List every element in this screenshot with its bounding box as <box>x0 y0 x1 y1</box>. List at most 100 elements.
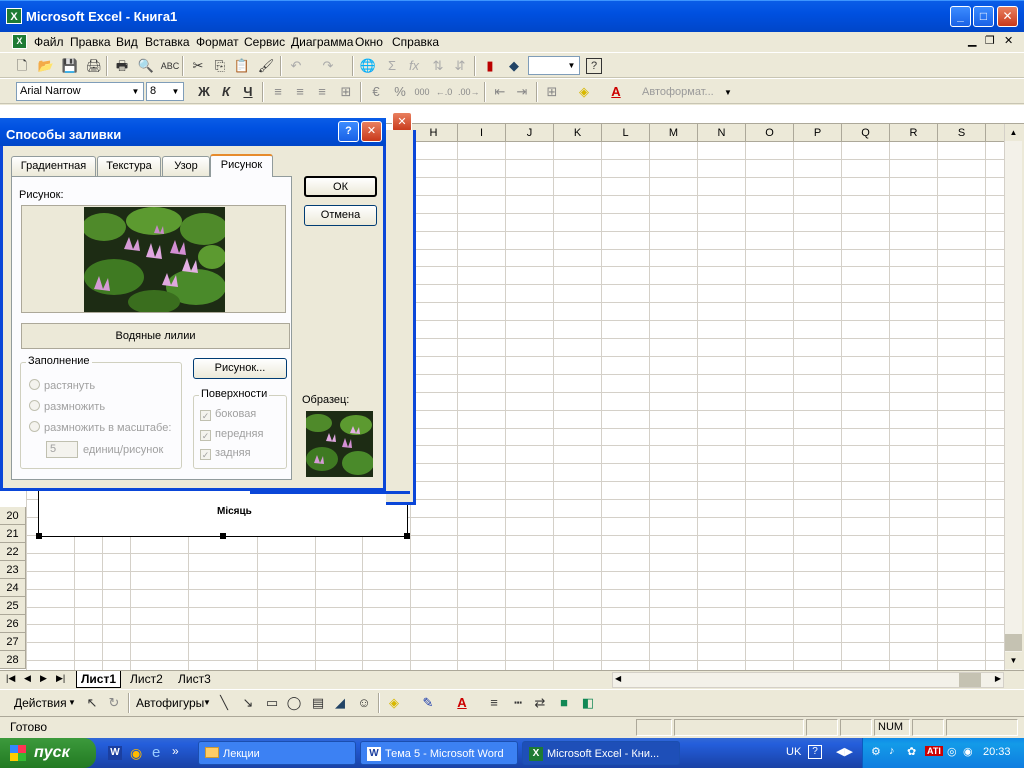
next-sheet-icon[interactable]: ▶ <box>40 673 47 684</box>
select-objects-icon[interactable]: ↖ <box>82 694 102 712</box>
column-header-p[interactable]: P <box>794 124 842 142</box>
column-header-r[interactable]: R <box>890 124 938 142</box>
row-header-21[interactable]: 21 <box>0 525 26 543</box>
row-header-24[interactable]: 24 <box>0 579 26 597</box>
print-preview-icon[interactable]: 🔍 <box>136 57 156 75</box>
align-right-icon[interactable]: ≡ <box>312 83 332 101</box>
menu-insert[interactable]: Вставка <box>145 35 190 49</box>
tab-texture[interactable]: Текстура <box>97 156 161 176</box>
actions-menu[interactable]: Действия <box>14 696 67 710</box>
column-header-n[interactable]: N <box>698 124 746 142</box>
align-left-icon[interactable]: ≡ <box>268 83 288 101</box>
scroll-down-button[interactable]: ▼ <box>1005 652 1022 669</box>
document-icon[interactable]: X <box>12 34 27 49</box>
3d-icon[interactable]: ◧ <box>578 694 598 712</box>
browser-quicklaunch-icon[interactable]: ◉ <box>130 745 142 762</box>
scroll-thumb[interactable] <box>1005 634 1022 651</box>
radio-stretch[interactable]: растянуть <box>29 379 95 392</box>
merge-center-icon[interactable]: ⊞ <box>336 83 356 101</box>
oval-icon[interactable]: ◯ <box>284 694 304 712</box>
background-dialog-close-button[interactable]: ✕ <box>392 112 412 132</box>
menu-view[interactable]: Вид <box>116 35 138 49</box>
menu-chart[interactable]: Диаграмма <box>291 35 353 49</box>
undo-icon[interactable]: ↶ <box>286 57 306 75</box>
sort-descending-icon[interactable]: ⇵ <box>450 57 470 75</box>
rotate-icon[interactable]: ↻ <box>104 694 124 712</box>
shadow-icon[interactable]: ■ <box>554 694 574 712</box>
horizontal-scrollbar[interactable]: ◀ ▶ <box>612 672 1004 688</box>
show-desktop-icon[interactable]: » <box>172 744 179 758</box>
copy-icon[interactable]: ⎘ <box>210 57 230 75</box>
column-header-i[interactable]: I <box>458 124 506 142</box>
font-size-combo[interactable]: 8 ▼ <box>146 82 184 101</box>
increase-decimal-icon[interactable]: ←.0 <box>434 83 454 101</box>
network-tray-icon[interactable]: ⚙ <box>871 745 881 758</box>
column-header-s[interactable]: S <box>938 124 986 142</box>
row-header-22[interactable]: 22 <box>0 543 26 561</box>
wordart-icon[interactable]: ◢ <box>330 694 350 712</box>
hyperlink-icon[interactable]: 🌐 <box>358 57 378 75</box>
menu-tools[interactable]: Сервис <box>244 35 285 49</box>
doc-close-icon[interactable]: ✕ <box>1004 34 1013 47</box>
new-icon[interactable]: 🗋 <box>12 57 32 75</box>
audio-tray-icon[interactable]: ♪ <box>889 745 895 757</box>
close-button[interactable]: ✕ <box>997 6 1018 27</box>
redo-icon[interactable]: ↷ <box>318 57 338 75</box>
checkbox-back[interactable]: ✓ задняя <box>200 447 251 460</box>
line-color-icon[interactable]: ✎ <box>418 694 438 712</box>
word-quicklaunch-icon[interactable]: W <box>108 746 122 760</box>
currency-icon[interactable]: € <box>366 83 386 101</box>
help-tray-icon[interactable]: ? <box>808 745 822 759</box>
column-header-o[interactable]: O <box>746 124 794 142</box>
row-header-28[interactable]: 28 <box>0 651 26 669</box>
print-icon[interactable]: 🖶 <box>112 57 132 75</box>
italic-button[interactable]: К <box>216 83 236 101</box>
taskbar-item-excel[interactable]: X Microsoft Excel - Кни... <box>522 741 680 765</box>
taskbar-item-word[interactable]: W Тема 5 - Microsoft Word <box>360 741 518 765</box>
save-icon[interactable]: 💾 <box>60 57 80 75</box>
row-header-20[interactable]: 20 <box>0 507 26 525</box>
textbox-icon[interactable]: ▤ <box>308 694 328 712</box>
align-center-icon[interactable]: ≡ <box>290 83 310 101</box>
column-header-q[interactable]: Q <box>842 124 890 142</box>
sheet-tab-3[interactable]: Лист3 <box>174 671 215 688</box>
column-header-j[interactable]: J <box>506 124 554 142</box>
start-button[interactable]: пуск <box>0 738 96 768</box>
open-icon[interactable]: 📂 <box>36 57 56 75</box>
clipart-icon[interactable]: ☺ <box>354 694 374 712</box>
radio-tile[interactable]: размножить <box>29 400 105 413</box>
row-header-23[interactable]: 23 <box>0 561 26 579</box>
ok-button[interactable]: ОК <box>304 176 377 197</box>
vertical-scrollbar[interactable]: ▲ ▼ <box>1004 124 1022 670</box>
paste-icon[interactable]: 📋 <box>232 57 252 75</box>
cut-icon[interactable]: ✂ <box>188 57 208 75</box>
prev-sheet-icon[interactable]: ◀ <box>24 673 31 684</box>
column-header-l[interactable]: L <box>602 124 650 142</box>
scroll-up-button[interactable]: ▲ <box>1005 124 1022 141</box>
decrease-decimal-icon[interactable]: .00→ <box>458 83 480 101</box>
doc-minimize-icon[interactable]: ▁ <box>968 34 976 47</box>
ati-tray-icon[interactable]: ATI <box>925 746 943 756</box>
font-color-icon[interactable]: A <box>606 83 626 101</box>
dialog-close-button[interactable]: ✕ <box>361 121 382 142</box>
help-icon[interactable]: ? <box>586 58 602 74</box>
dialog-help-button[interactable]: ? <box>338 121 359 142</box>
taskbar-item-folder[interactable]: Лекции <box>198 741 356 765</box>
row-header-25[interactable]: 25 <box>0 597 26 615</box>
row-header-26[interactable]: 26 <box>0 615 26 633</box>
ie-quicklaunch-icon[interactable]: e <box>152 744 160 761</box>
function-icon[interactable]: fx <box>404 57 424 75</box>
settings-tray-icon[interactable]: ◎ <box>947 745 957 758</box>
menu-window[interactable]: Окно <box>355 35 383 49</box>
font-name-combo[interactable]: Arial Narrow ▼ <box>16 82 144 101</box>
row-header-27[interactable]: 27 <box>0 633 26 651</box>
select-picture-button[interactable]: Рисунок... <box>193 358 287 379</box>
checkbox-side[interactable]: ✓ боковая <box>200 408 256 421</box>
dash-style-icon[interactable]: ┅ <box>508 694 528 712</box>
drawing-icon[interactable]: ◆ <box>504 57 524 75</box>
cancel-button[interactable]: Отмена <box>304 205 377 226</box>
hscroll-thumb[interactable] <box>959 673 981 687</box>
sheet-tab-1[interactable]: Лист1 <box>76 671 122 688</box>
maximize-button[interactable]: □ <box>973 6 994 27</box>
checkbox-front[interactable]: ✓ передняя <box>200 428 263 441</box>
